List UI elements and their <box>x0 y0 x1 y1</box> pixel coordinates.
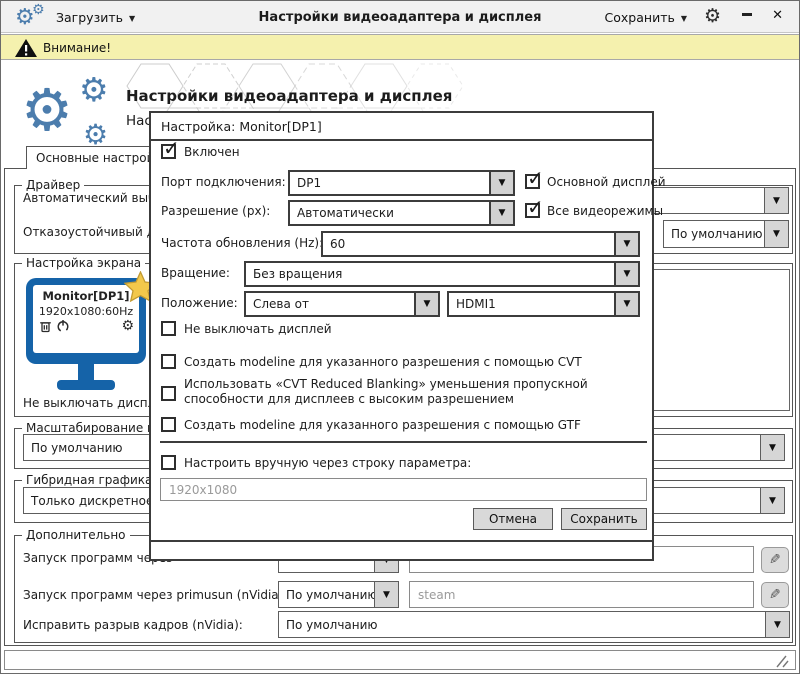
chevron-down-icon <box>489 172 513 194</box>
cvt-label: Создать modeline для указанного разрешен… <box>184 355 582 369</box>
chevron-down-icon <box>614 263 638 285</box>
titlebar: Загрузить Настройки видеоадаптера и дисп… <box>1 1 799 33</box>
chevron-down-icon <box>760 488 784 513</box>
position-target-dropdown[interactable]: HDMI1 <box>447 291 640 317</box>
chevron-down-icon <box>764 221 788 247</box>
port-label: Порт подключения: <box>161 175 286 189</box>
group-extra-legend: Дополнительно <box>22 528 130 542</box>
chevron-down-icon <box>765 612 789 637</box>
chevron-down-icon <box>414 293 438 315</box>
save-menu-button[interactable]: Сохранить <box>605 10 687 25</box>
monitor-mode: 1920x1080:60Hz <box>33 305 139 318</box>
gear-icon <box>21 81 73 139</box>
manual-label: Настроить вручную через строку параметра… <box>184 456 471 470</box>
app-window: Загрузить Настройки видеоадаптера и дисп… <box>0 0 800 674</box>
cvt-rb-label: Использовать «CVT Reduced Blanking» умен… <box>184 377 646 407</box>
monitor-settings-dialog: Настройка: Monitor[DP1] Включен Порт под… <box>149 111 654 561</box>
page-title: Настройки видеоадаптера и дисплея <box>126 87 452 105</box>
manual-param-input[interactable] <box>160 478 647 501</box>
enabled-checkbox[interactable] <box>161 144 176 159</box>
gtf-checkbox[interactable] <box>161 417 176 432</box>
port-dropdown[interactable]: DP1 <box>288 170 515 196</box>
port-value: DP1 <box>290 172 489 194</box>
dialog-divider <box>160 441 647 443</box>
resolution-label: Разрешение (px): <box>161 204 270 218</box>
run2-dropdown[interactable]: По умолчанию <box>278 581 399 608</box>
cvt-checkbox[interactable] <box>161 354 176 369</box>
run2-value: По умолчанию <box>279 582 374 607</box>
settings-gear-icon[interactable] <box>704 7 721 26</box>
warning-banner: Внимание! <box>1 34 799 60</box>
position-dropdown[interactable]: Слева от <box>244 291 440 317</box>
warning-triangle-icon <box>14 38 38 58</box>
dialog-footer-divider <box>151 540 652 542</box>
dialog-header-divider <box>151 139 652 141</box>
gear-icon <box>83 121 108 149</box>
dialog-title: Настройка: Monitor[DP1] <box>161 119 322 134</box>
refresh-dropdown[interactable]: 60 <box>321 231 640 257</box>
cvt-rb-checkbox[interactable] <box>161 386 176 401</box>
enabled-label: Включен <box>184 145 240 159</box>
group-screen-legend: Настройка экрана <box>22 256 145 270</box>
chevron-down-icon <box>489 202 513 224</box>
rotation-value: Без вращения <box>246 263 614 285</box>
cancel-button[interactable]: Отмена <box>473 508 553 530</box>
position-value: Слева от <box>246 293 414 315</box>
monitor-stand-base <box>57 380 115 390</box>
close-icon[interactable] <box>772 8 783 23</box>
rotation-label: Вращение: <box>161 266 230 280</box>
status-bar <box>4 650 796 670</box>
chevron-down-icon <box>760 435 784 460</box>
failsafe-driver-value: По умолчанию <box>664 221 764 247</box>
gtf-label: Создать modeline для указанного разрешен… <box>184 418 581 432</box>
group-hybrid-legend: Гибридная графика <box>22 473 156 487</box>
run2-label: Запуск программ через primusun (nVidia): <box>23 588 287 602</box>
save-menu-label: Сохранить <box>605 10 675 25</box>
chevron-down-icon <box>614 293 638 315</box>
primary-display-label: Основной дисплей <box>547 175 666 189</box>
resolution-value: Автоматически <box>290 202 489 224</box>
refresh-label: Частота обновления (Hz): <box>161 236 323 250</box>
resolution-dropdown[interactable]: Автоматически <box>288 200 515 226</box>
all-modes-label: Все видеорежимы <box>547 204 663 218</box>
dont-poweroff-checkbox[interactable] <box>161 321 176 336</box>
chevron-down-icon <box>614 233 638 255</box>
run2-command-input[interactable] <box>409 581 754 608</box>
manual-checkbox[interactable] <box>161 455 176 470</box>
tearfix-value: По умолчанию <box>279 612 765 637</box>
warning-text: Внимание! <box>43 41 111 55</box>
minimize-icon[interactable] <box>742 13 752 16</box>
rotation-dropdown[interactable]: Без вращения <box>244 261 640 287</box>
gear-icon <box>79 73 109 106</box>
chevron-down-icon <box>764 188 788 213</box>
all-modes-checkbox[interactable] <box>525 203 540 218</box>
save-button[interactable]: Сохранить <box>561 508 647 530</box>
resize-grip[interactable] <box>774 655 789 668</box>
failsafe-driver-dropdown[interactable]: По умолчанию <box>663 220 789 248</box>
tearfix-dropdown[interactable]: По умолчанию <box>278 611 790 638</box>
position-target-value: HDMI1 <box>449 293 614 315</box>
chevron-down-icon <box>374 582 398 607</box>
run1-edit-button[interactable] <box>761 547 789 573</box>
power-icon[interactable] <box>56 319 70 333</box>
trash-icon[interactable] <box>39 319 52 333</box>
refresh-value: 60 <box>323 233 614 255</box>
group-driver-legend: Драйвер <box>22 178 84 192</box>
dont-poweroff-label: Не выключать дисплей <box>184 322 332 336</box>
primary-display-checkbox[interactable] <box>525 174 540 189</box>
run2-edit-button[interactable] <box>761 582 789 608</box>
monitor-settings-gear-icon[interactable] <box>121 319 134 333</box>
tearfix-label: Исправить разрыв кадров (nVidia): <box>23 618 243 632</box>
position-label: Положение: <box>161 296 238 310</box>
